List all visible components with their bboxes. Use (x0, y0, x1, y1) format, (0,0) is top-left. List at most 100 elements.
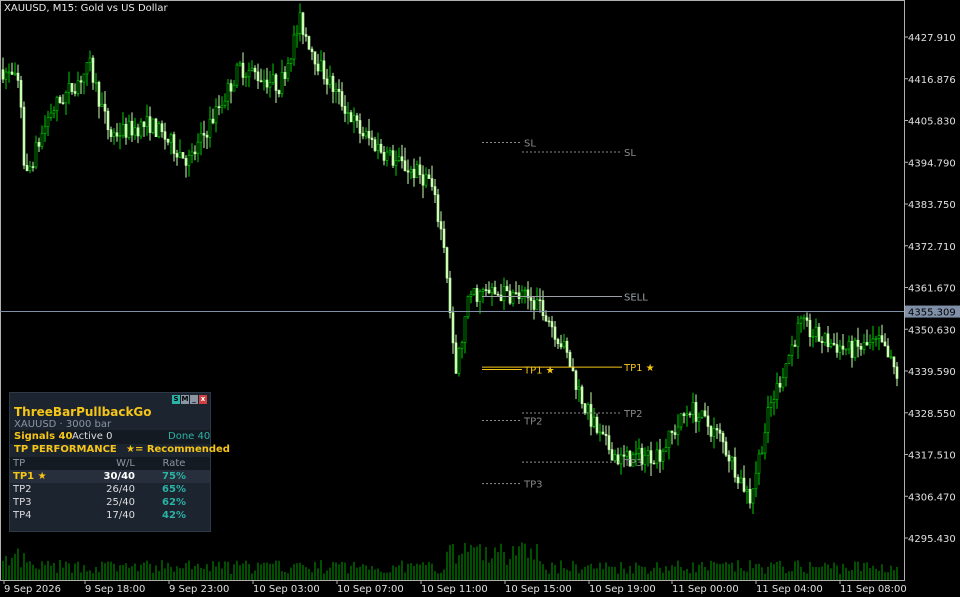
candle-body (367, 130, 371, 139)
candle-body (859, 346, 863, 350)
panel-close-button[interactable]: x (199, 395, 207, 404)
tp-rate: 65% (162, 484, 186, 495)
candle-body (19, 80, 23, 108)
candle-body (52, 110, 56, 114)
candle-body (241, 62, 245, 78)
tp-wl: 30/40 (103, 471, 135, 482)
candle-body (502, 286, 506, 302)
candle-body (265, 79, 269, 88)
candle-body (232, 84, 236, 92)
candle-body (694, 402, 698, 422)
candle-body (493, 287, 497, 295)
candle-body (103, 103, 107, 112)
candle-body (205, 134, 209, 138)
candle-body (691, 402, 695, 415)
candle-body (478, 291, 482, 302)
candle-body (643, 454, 647, 465)
candle-body (229, 83, 233, 92)
table-row: TP2 26/40 65% (10, 483, 210, 496)
panel-m-button[interactable]: M (181, 395, 189, 404)
candle-body (268, 82, 272, 88)
candle-body (322, 60, 326, 80)
candle-body (289, 58, 293, 64)
candle-body (454, 342, 458, 374)
candle-body (871, 338, 875, 343)
candle-body (730, 456, 734, 462)
price-tick-label: 4361.670 (908, 284, 956, 295)
candle-body (520, 290, 524, 299)
candle-body (490, 287, 494, 294)
time-tick-label: 9 Sep 2026 (4, 584, 61, 595)
time-tick-label: 9 Sep 18:00 (85, 584, 145, 595)
candle-body (496, 293, 500, 296)
tp-name: TP2 (13, 484, 32, 495)
candle-body (769, 402, 773, 408)
candle-body (673, 432, 677, 435)
candle-body (181, 152, 185, 159)
tp-wl: 25/40 (106, 497, 135, 508)
candle-body (190, 151, 194, 156)
candle-body (379, 143, 383, 153)
indicator-panel[interactable]: S M _ x ThreeBarPullbackGo XAUUSD · 3000… (9, 392, 230, 532)
candle-body (796, 322, 800, 347)
candle-body (757, 453, 761, 474)
candle-body (397, 156, 401, 161)
candle-body (64, 92, 68, 104)
candle-body (133, 127, 137, 136)
tp-wl: 17/40 (106, 510, 135, 521)
candle-body (460, 342, 464, 349)
candle-body (703, 410, 707, 417)
candle-body (436, 194, 440, 222)
candle-body (163, 131, 167, 140)
candle-body (442, 228, 446, 248)
tp-table: TP W/L Rate TP1 ★ 30/40 75% TP2 26/40 65… (10, 457, 210, 522)
candle-body (856, 339, 860, 347)
candle-body (625, 450, 629, 457)
candle-body (724, 441, 728, 456)
candle-body (727, 454, 731, 462)
candle-body (715, 428, 719, 431)
candle-body (427, 174, 431, 179)
candle-body (10, 71, 14, 75)
price-tick-label: 4295.430 (908, 534, 956, 545)
panel-minimize-button[interactable]: _ (190, 395, 198, 404)
done-count: Done 40 (168, 431, 211, 442)
candle-body (298, 12, 302, 34)
candle-body (349, 112, 353, 123)
candle-body (772, 399, 776, 404)
candle-body (865, 342, 869, 346)
tp2-entry-label: TP2 (523, 417, 543, 428)
candle-body (811, 335, 815, 338)
panel-controls: S M _ x (172, 395, 207, 404)
candle-body (649, 450, 653, 464)
tp1-label: TP1 ★ (623, 363, 655, 374)
candle-body (499, 294, 503, 302)
candle-body (799, 317, 803, 324)
candle-body (580, 386, 584, 404)
candle-body (883, 341, 887, 347)
candle-body (184, 158, 188, 166)
candle-body (823, 333, 827, 343)
candle-body (22, 106, 26, 166)
candle-body (76, 80, 80, 94)
candle-body (517, 292, 521, 299)
candle-body (544, 315, 548, 322)
candle-body (319, 60, 323, 72)
candle-body (283, 72, 287, 79)
candle-body (157, 123, 161, 138)
candle-body (295, 32, 299, 36)
panel-s-button[interactable]: S (172, 395, 180, 404)
candle-body (451, 312, 455, 344)
candle-body (85, 62, 89, 75)
candle-body (406, 170, 410, 173)
candle-body (340, 91, 344, 107)
candle-body (58, 96, 62, 104)
candle-body (250, 67, 254, 71)
candle-body (226, 83, 230, 102)
price-tick-label: 4328.550 (908, 409, 956, 420)
candle-body (844, 348, 848, 351)
candle-body (592, 416, 596, 427)
candle-body (337, 88, 341, 92)
candle-body (748, 488, 752, 504)
candle-body (466, 296, 470, 318)
